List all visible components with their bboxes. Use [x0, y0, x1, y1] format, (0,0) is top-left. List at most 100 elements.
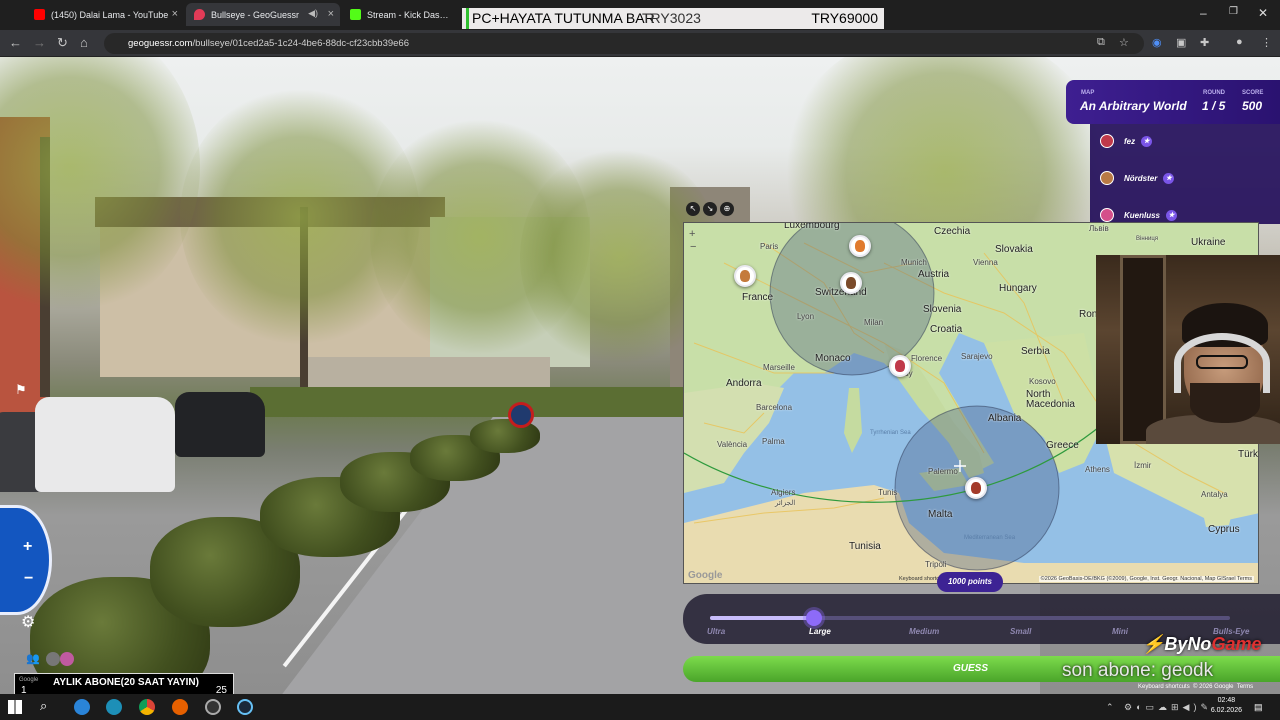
map-label: Tripoli: [925, 560, 947, 569]
expand-map-icon[interactable]: ↖: [686, 202, 700, 216]
sv-terms-link[interactable]: Terms: [1237, 684, 1253, 690]
shrink-map-icon[interactable]: ↘: [703, 202, 717, 216]
map-label: Malta: [928, 509, 953, 520]
chrome-icon[interactable]: [139, 699, 155, 715]
sub-goal-title: AYLIK ABONE(20 SAAT YAYIN): [53, 677, 199, 688]
tab-kick[interactable]: Stream - Kick Dashboard: [342, 3, 460, 26]
lawn: [250, 387, 690, 417]
screen: (1450) Dalai Lama - YouTube × Bullseye -…: [0, 0, 1280, 720]
size-option-medium[interactable]: Medium: [909, 627, 939, 636]
forward-icon[interactable]: →: [33, 35, 46, 50]
pin-map-icon[interactable]: ⊕: [720, 202, 734, 216]
player-guess-pin[interactable]: [840, 272, 862, 294]
speaker-icon[interactable]: ◀): [308, 8, 318, 19]
tray-chevron-icon[interactable]: ⌃: [1106, 702, 1114, 713]
no-parking-sign: [508, 402, 534, 428]
map-zoom-in-button[interactable]: +: [689, 228, 695, 240]
map-zoom-out-button[interactable]: −: [690, 241, 696, 253]
streetview-footer: Keyboard shortcuts © 2026 Google Terms: [1138, 684, 1253, 690]
round-value: 1 / 5: [1202, 99, 1226, 113]
player-name: Nördster: [1124, 173, 1158, 183]
system-clock[interactable]: 02:48 6.02.2026: [1211, 696, 1242, 716]
url-site: geoguessr.com: [128, 38, 193, 49]
lightning-icon: ⚡: [1142, 634, 1165, 654]
slider-track[interactable]: [710, 616, 1230, 620]
firefox-icon[interactable]: [172, 699, 188, 715]
close-tab-icon[interactable]: ×: [328, 8, 334, 20]
app-icon[interactable]: [106, 699, 122, 715]
player-row[interactable]: Nördster ★: [1100, 170, 1175, 186]
avatar: [1100, 208, 1114, 222]
obs-icon[interactable]: [205, 699, 221, 715]
media-icon[interactable]: ▣: [1176, 36, 1186, 49]
report-flag-icon[interactable]: ⚑: [15, 382, 33, 400]
steam-icon[interactable]: [237, 699, 253, 715]
zoom-in-button[interactable]: +: [23, 538, 32, 556]
install-icon[interactable]: ⧉: [1097, 36, 1105, 49]
goal-target: TRY69000: [811, 10, 878, 26]
points-badge: 1000 points: [937, 572, 1003, 592]
url-field[interactable]: geoguessr.com/bullseye/01ced2a5-1c24-4be…: [104, 33, 1144, 54]
close-window-icon[interactable]: ✕: [1258, 6, 1268, 20]
size-option-large[interactable]: Large: [809, 627, 831, 636]
last-subscriber: son abone: geodk: [1062, 660, 1214, 681]
home-icon[interactable]: ⌂: [80, 35, 88, 50]
size-option-small[interactable]: Small: [1010, 627, 1031, 636]
settings-gear-icon[interactable]: ⚙: [21, 612, 35, 632]
search-icon[interactable]: ⌕: [40, 698, 47, 714]
map-label: Tunis: [878, 488, 898, 497]
menu-icon[interactable]: ⋮: [1261, 36, 1272, 49]
player-guess-pin[interactable]: [849, 235, 871, 257]
zoom-out-button[interactable]: −: [24, 570, 33, 588]
map-label: Ukraine: [1191, 237, 1226, 248]
player-row[interactable]: fez ★: [1100, 133, 1153, 149]
map-label: Andorra: [726, 378, 762, 389]
map-label: Croatia: [930, 324, 963, 335]
player-guess-pin[interactable]: [889, 355, 911, 377]
car-black: [175, 392, 265, 457]
tray-icons[interactable]: ⚙◐▭☁⊞◀)✎: [1124, 702, 1212, 713]
windows-start-icon[interactable]: [8, 700, 22, 714]
player-guess-pin[interactable]: [734, 265, 756, 287]
size-option-ultra[interactable]: Ultra: [707, 627, 725, 636]
webcam-beard: [1190, 383, 1260, 423]
minimize-icon[interactable]: –: [1200, 6, 1207, 20]
back-icon[interactable]: ←: [9, 35, 22, 50]
map-label: Tyrrhenian Sea: [870, 430, 911, 436]
notification-icon[interactable]: ▤: [1254, 702, 1263, 713]
map-label: Sarajevo: [961, 352, 993, 361]
extension-icon[interactable]: ◉: [1152, 36, 1162, 49]
brand-prefix: ByNo: [1164, 634, 1212, 654]
brand-suffix: Game: [1211, 634, 1262, 654]
car-white: [35, 397, 175, 492]
bookmark-star-icon[interactable]: ☆: [1119, 36, 1129, 49]
tab-title: Stream - Kick Dashboard: [367, 9, 452, 20]
player-row[interactable]: Kuenluss ★: [1100, 207, 1178, 223]
reload-icon[interactable]: ↻: [57, 35, 68, 51]
puzzle-icon[interactable]: ✚: [1200, 36, 1209, 49]
player-guess-pin[interactable]: [965, 477, 987, 499]
edge-icon[interactable]: [74, 699, 90, 715]
map-label: Albania: [988, 413, 1022, 424]
tab-geoguessr[interactable]: Bullseye - GeoGuessr ◀) ×: [186, 3, 340, 26]
profile-icon[interactable]: ●: [1236, 36, 1243, 48]
slider-thumb[interactable]: [806, 610, 822, 626]
tab-youtube[interactable]: (1450) Dalai Lama - YouTube ×: [26, 3, 184, 26]
map-pin-icon: [194, 9, 205, 20]
people-icon[interactable]: 👥: [26, 652, 40, 665]
map-terms-link[interactable]: Terms: [1237, 576, 1252, 582]
map-label: Greece: [1046, 440, 1079, 451]
map-label: Palermo: [928, 467, 958, 476]
map-label: Munich: [901, 258, 927, 267]
restore-icon[interactable]: ❐: [1229, 6, 1238, 17]
avatar: [1100, 171, 1114, 185]
attribution-text: ©2026 GeoBasis-DE/BKG (©2009), Google, I…: [1040, 576, 1236, 582]
map-name: An Arbitrary World: [1080, 99, 1187, 113]
tree: [180, 87, 420, 347]
sv-keyboard-link[interactable]: Keyboard shortcuts: [1138, 684, 1190, 690]
map-label: Вінниця: [1136, 236, 1158, 242]
size-option-mini[interactable]: Mini: [1112, 627, 1128, 636]
close-tab-icon[interactable]: ×: [172, 8, 178, 20]
map-label: İzmir: [1134, 461, 1152, 470]
map-label: Slovakia: [995, 244, 1033, 255]
